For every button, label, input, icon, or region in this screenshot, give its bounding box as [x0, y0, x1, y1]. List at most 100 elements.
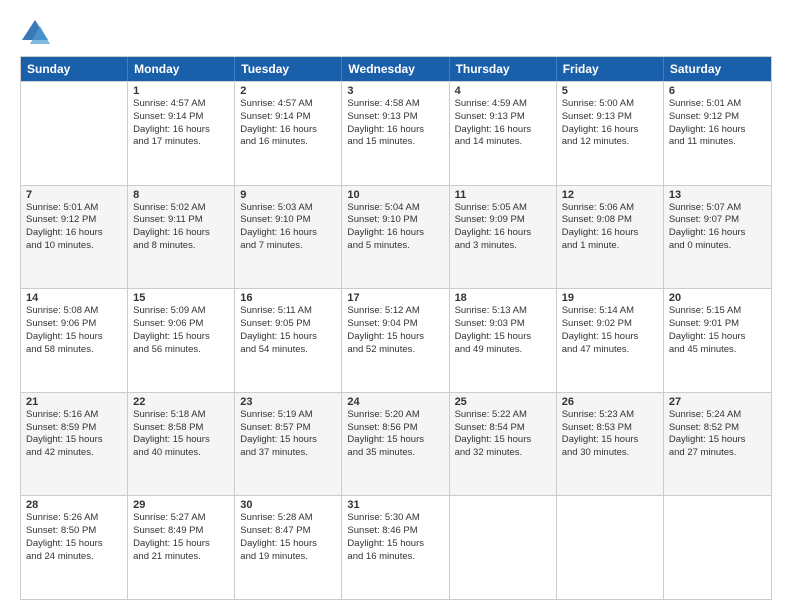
- calendar-cell-day-8: 8Sunrise: 5:02 AMSunset: 9:11 PMDaylight…: [128, 186, 235, 289]
- cell-line: Sunrise: 5:03 AM: [240, 202, 336, 215]
- cell-line: Daylight: 16 hours: [562, 227, 658, 240]
- cell-line: Sunset: 9:02 PM: [562, 318, 658, 331]
- cell-line: Sunset: 9:14 PM: [240, 111, 336, 124]
- cell-line: and 30 minutes.: [562, 447, 658, 460]
- calendar-row-2: 14Sunrise: 5:08 AMSunset: 9:06 PMDayligh…: [21, 288, 771, 392]
- calendar-cell-day-23: 23Sunrise: 5:19 AMSunset: 8:57 PMDayligh…: [235, 393, 342, 496]
- cell-line: Daylight: 16 hours: [347, 227, 443, 240]
- cell-line: Daylight: 15 hours: [26, 331, 122, 344]
- cell-line: and 42 minutes.: [26, 447, 122, 460]
- calendar-row-1: 7Sunrise: 5:01 AMSunset: 9:12 PMDaylight…: [21, 185, 771, 289]
- cell-line: Sunset: 9:01 PM: [669, 318, 766, 331]
- calendar-cell-day-2: 2Sunrise: 4:57 AMSunset: 9:14 PMDaylight…: [235, 82, 342, 185]
- day-number: 4: [455, 85, 551, 97]
- cell-line: and 32 minutes.: [455, 447, 551, 460]
- day-number: 5: [562, 85, 658, 97]
- cell-line: Sunrise: 4:57 AM: [133, 98, 229, 111]
- cell-line: Sunset: 8:54 PM: [455, 422, 551, 435]
- calendar-cell-empty-4-5: [557, 496, 664, 599]
- cell-line: Sunset: 9:12 PM: [26, 214, 122, 227]
- cell-line: and 24 minutes.: [26, 551, 122, 564]
- day-number: 1: [133, 85, 229, 97]
- calendar-cell-empty-0-0: [21, 82, 128, 185]
- cell-line: and 15 minutes.: [347, 136, 443, 149]
- header-day-saturday: Saturday: [664, 57, 771, 81]
- cell-line: Sunrise: 5:26 AM: [26, 512, 122, 525]
- day-number: 6: [669, 85, 766, 97]
- header: [20, 18, 772, 48]
- cell-line: and 19 minutes.: [240, 551, 336, 564]
- cell-line: Sunset: 9:04 PM: [347, 318, 443, 331]
- cell-line: Sunrise: 5:14 AM: [562, 305, 658, 318]
- calendar-cell-day-5: 5Sunrise: 5:00 AMSunset: 9:13 PMDaylight…: [557, 82, 664, 185]
- cell-line: Sunset: 8:56 PM: [347, 422, 443, 435]
- cell-line: and 49 minutes.: [455, 344, 551, 357]
- cell-line: and 17 minutes.: [133, 136, 229, 149]
- cell-line: and 45 minutes.: [669, 344, 766, 357]
- cell-line: Sunset: 8:49 PM: [133, 525, 229, 538]
- cell-line: Daylight: 16 hours: [240, 227, 336, 240]
- cell-line: Sunset: 8:59 PM: [26, 422, 122, 435]
- cell-line: Sunrise: 5:06 AM: [562, 202, 658, 215]
- cell-line: Sunrise: 5:18 AM: [133, 409, 229, 422]
- calendar-cell-day-21: 21Sunrise: 5:16 AMSunset: 8:59 PMDayligh…: [21, 393, 128, 496]
- page: SundayMondayTuesdayWednesdayThursdayFrid…: [0, 0, 792, 612]
- logo-icon: [20, 18, 50, 48]
- cell-line: Daylight: 16 hours: [347, 124, 443, 137]
- cell-line: Daylight: 16 hours: [455, 124, 551, 137]
- cell-line: Sunset: 8:53 PM: [562, 422, 658, 435]
- calendar-cell-day-28: 28Sunrise: 5:26 AMSunset: 8:50 PMDayligh…: [21, 496, 128, 599]
- day-number: 25: [455, 396, 551, 408]
- cell-line: Sunrise: 5:15 AM: [669, 305, 766, 318]
- cell-line: Daylight: 15 hours: [669, 434, 766, 447]
- cell-line: and 52 minutes.: [347, 344, 443, 357]
- calendar-cell-day-19: 19Sunrise: 5:14 AMSunset: 9:02 PMDayligh…: [557, 289, 664, 392]
- cell-line: Daylight: 16 hours: [240, 124, 336, 137]
- header-day-monday: Monday: [128, 57, 235, 81]
- cell-line: Sunrise: 5:28 AM: [240, 512, 336, 525]
- day-number: 16: [240, 292, 336, 304]
- cell-line: and 5 minutes.: [347, 240, 443, 253]
- cell-line: Daylight: 16 hours: [562, 124, 658, 137]
- cell-line: and 1 minute.: [562, 240, 658, 253]
- day-number: 13: [669, 189, 766, 201]
- cell-line: Sunrise: 4:58 AM: [347, 98, 443, 111]
- cell-line: Sunset: 9:03 PM: [455, 318, 551, 331]
- calendar-cell-day-10: 10Sunrise: 5:04 AMSunset: 9:10 PMDayligh…: [342, 186, 449, 289]
- calendar-cell-day-6: 6Sunrise: 5:01 AMSunset: 9:12 PMDaylight…: [664, 82, 771, 185]
- cell-line: Sunrise: 5:22 AM: [455, 409, 551, 422]
- cell-line: and 56 minutes.: [133, 344, 229, 357]
- cell-line: Sunset: 8:47 PM: [240, 525, 336, 538]
- cell-line: Sunrise: 5:08 AM: [26, 305, 122, 318]
- day-number: 24: [347, 396, 443, 408]
- calendar-cell-day-16: 16Sunrise: 5:11 AMSunset: 9:05 PMDayligh…: [235, 289, 342, 392]
- day-number: 19: [562, 292, 658, 304]
- cell-line: Daylight: 15 hours: [133, 434, 229, 447]
- day-number: 20: [669, 292, 766, 304]
- day-number: 3: [347, 85, 443, 97]
- calendar-cell-day-26: 26Sunrise: 5:23 AMSunset: 8:53 PMDayligh…: [557, 393, 664, 496]
- cell-line: Sunset: 9:10 PM: [240, 214, 336, 227]
- day-number: 28: [26, 499, 122, 511]
- calendar-cell-day-9: 9Sunrise: 5:03 AMSunset: 9:10 PMDaylight…: [235, 186, 342, 289]
- calendar-cell-empty-4-4: [450, 496, 557, 599]
- day-number: 7: [26, 189, 122, 201]
- cell-line: Sunset: 9:12 PM: [669, 111, 766, 124]
- calendar-cell-day-17: 17Sunrise: 5:12 AMSunset: 9:04 PMDayligh…: [342, 289, 449, 392]
- day-number: 14: [26, 292, 122, 304]
- day-number: 31: [347, 499, 443, 511]
- cell-line: Sunset: 9:14 PM: [133, 111, 229, 124]
- cell-line: Sunrise: 5:24 AM: [669, 409, 766, 422]
- cell-line: Sunset: 9:08 PM: [562, 214, 658, 227]
- day-number: 22: [133, 396, 229, 408]
- cell-line: Sunrise: 5:20 AM: [347, 409, 443, 422]
- cell-line: and 54 minutes.: [240, 344, 336, 357]
- header-day-wednesday: Wednesday: [342, 57, 449, 81]
- cell-line: and 7 minutes.: [240, 240, 336, 253]
- cell-line: Sunrise: 5:16 AM: [26, 409, 122, 422]
- cell-line: Sunset: 8:52 PM: [669, 422, 766, 435]
- calendar-cell-day-30: 30Sunrise: 5:28 AMSunset: 8:47 PMDayligh…: [235, 496, 342, 599]
- calendar-cell-day-25: 25Sunrise: 5:22 AMSunset: 8:54 PMDayligh…: [450, 393, 557, 496]
- calendar-header-row: SundayMondayTuesdayWednesdayThursdayFrid…: [21, 57, 771, 81]
- cell-line: Sunrise: 5:23 AM: [562, 409, 658, 422]
